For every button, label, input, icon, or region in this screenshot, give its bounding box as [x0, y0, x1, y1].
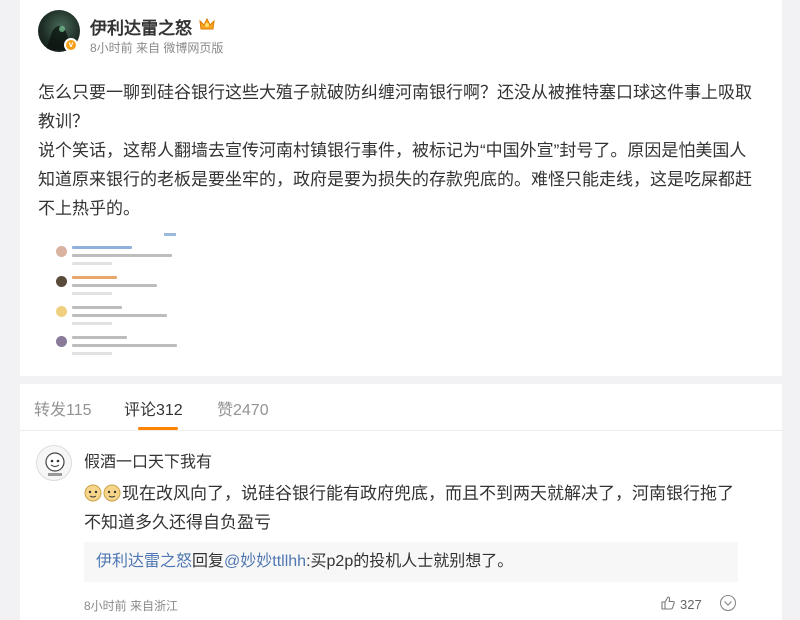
comment-body: 现在改风向了，说硅谷银行能有政府兜底，而且不到两天就解决了，河南银行拖了不知道多… [84, 484, 734, 532]
tab-comment[interactable]: 评论312 [124, 396, 183, 420]
embedded-screenshot[interactable] [54, 232, 184, 362]
commenter-avatar[interactable] [36, 445, 72, 481]
comment-like-count: 327 [680, 597, 702, 612]
reply-author-link[interactable]: 伊利达雷之怒 [96, 553, 192, 570]
reply-text: :买p2p的投机人士就别想了。 [306, 553, 514, 570]
post-card: v 伊利达雷之怒 8小时前 来自 微博网页版 怎么只要一聊到硅谷银行这些大殖子就… [20, 0, 782, 376]
post-paragraph: 说个笑话，这帮人翻墙去宣传河南村镇银行事件，被标记为“中国外宣”封号了。原因是怕… [38, 141, 752, 218]
post-text: 怎么只要一聊到硅谷银行这些大殖子就破防纠缠河南银行啊？还没从被推特塞口球这件事上… [38, 78, 763, 223]
crown-icon [199, 17, 215, 30]
more-options-icon[interactable] [719, 594, 737, 612]
active-tab-indicator [138, 427, 178, 430]
reply-verb: 回复 [192, 553, 225, 570]
post-author-name[interactable]: 伊利达雷之怒 [90, 14, 192, 39]
thumbs-up-icon[interactable] [660, 595, 676, 611]
tab-like[interactable]: 赞2470 [217, 396, 269, 420]
reply-mention-link[interactable]: @妙妙ttllhh [224, 553, 306, 570]
doge-emoji-icon [103, 484, 121, 502]
reply-preview[interactable]: 伊利达雷之怒回复@妙妙ttllhh:买p2p的投机人士就别想了。 [84, 542, 738, 582]
comment-text: 现在改风向了，说硅谷银行能有政府兜底，而且不到两天就解决了，河南银行拖了不知道多… [84, 479, 744, 537]
interaction-tabs: 转发115 评论312 赞2470 [20, 384, 782, 431]
doge-emoji-icon [84, 484, 102, 502]
post-paragraph: 怎么只要一聊到硅谷银行这些大殖子就破防纠缠河南银行啊？还没从被推特塞口球这件事上… [38, 83, 752, 131]
post-meta: 8小时前 来自 微博网页版 [90, 41, 224, 55]
verified-badge-icon: v [64, 38, 78, 52]
tab-repost[interactable]: 转发115 [34, 396, 92, 420]
commenter-name[interactable]: 假酒一口天下我有 [84, 448, 212, 472]
comment-item: 假酒一口天下我有 现在改风向了，说硅谷银行能有政府兜底，而且不到两天就解决了，河… [20, 431, 782, 620]
comment-meta: 8小时前 来自浙江 [84, 599, 179, 613]
